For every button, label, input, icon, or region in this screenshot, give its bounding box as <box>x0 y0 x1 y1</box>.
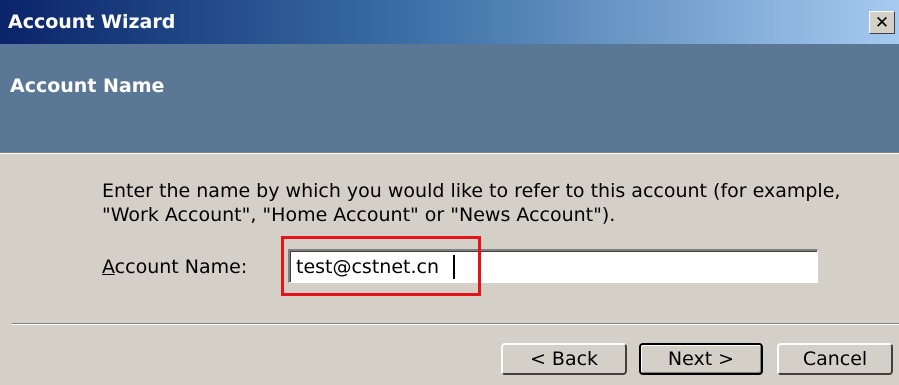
header-divider <box>0 152 899 154</box>
text-caret <box>453 255 455 279</box>
cancel-button[interactable]: Cancel <box>777 343 893 375</box>
instruction-text: Enter the name by which you would like t… <box>102 180 841 226</box>
footer-divider <box>12 323 899 325</box>
close-icon: ✕ <box>874 12 890 33</box>
title-bar[interactable]: Account Wizard ✕ <box>0 0 899 44</box>
window-title: Account Wizard <box>8 11 176 33</box>
close-button[interactable]: ✕ <box>869 11 895 34</box>
account-name-label-access-key: A <box>102 256 115 278</box>
account-name-label-text: ccount Name: <box>114 256 248 278</box>
wizard-header: Account Name <box>0 44 899 152</box>
next-button[interactable]: Next > <box>639 343 763 375</box>
back-button[interactable]: < Back <box>501 343 627 375</box>
account-name-label: Account Name: <box>102 255 247 279</box>
account-wizard-window: Account Wizard ✕ Account Name Enter the … <box>0 0 899 385</box>
page-title: Account Name <box>10 75 165 97</box>
account-name-input[interactable] <box>288 249 818 283</box>
